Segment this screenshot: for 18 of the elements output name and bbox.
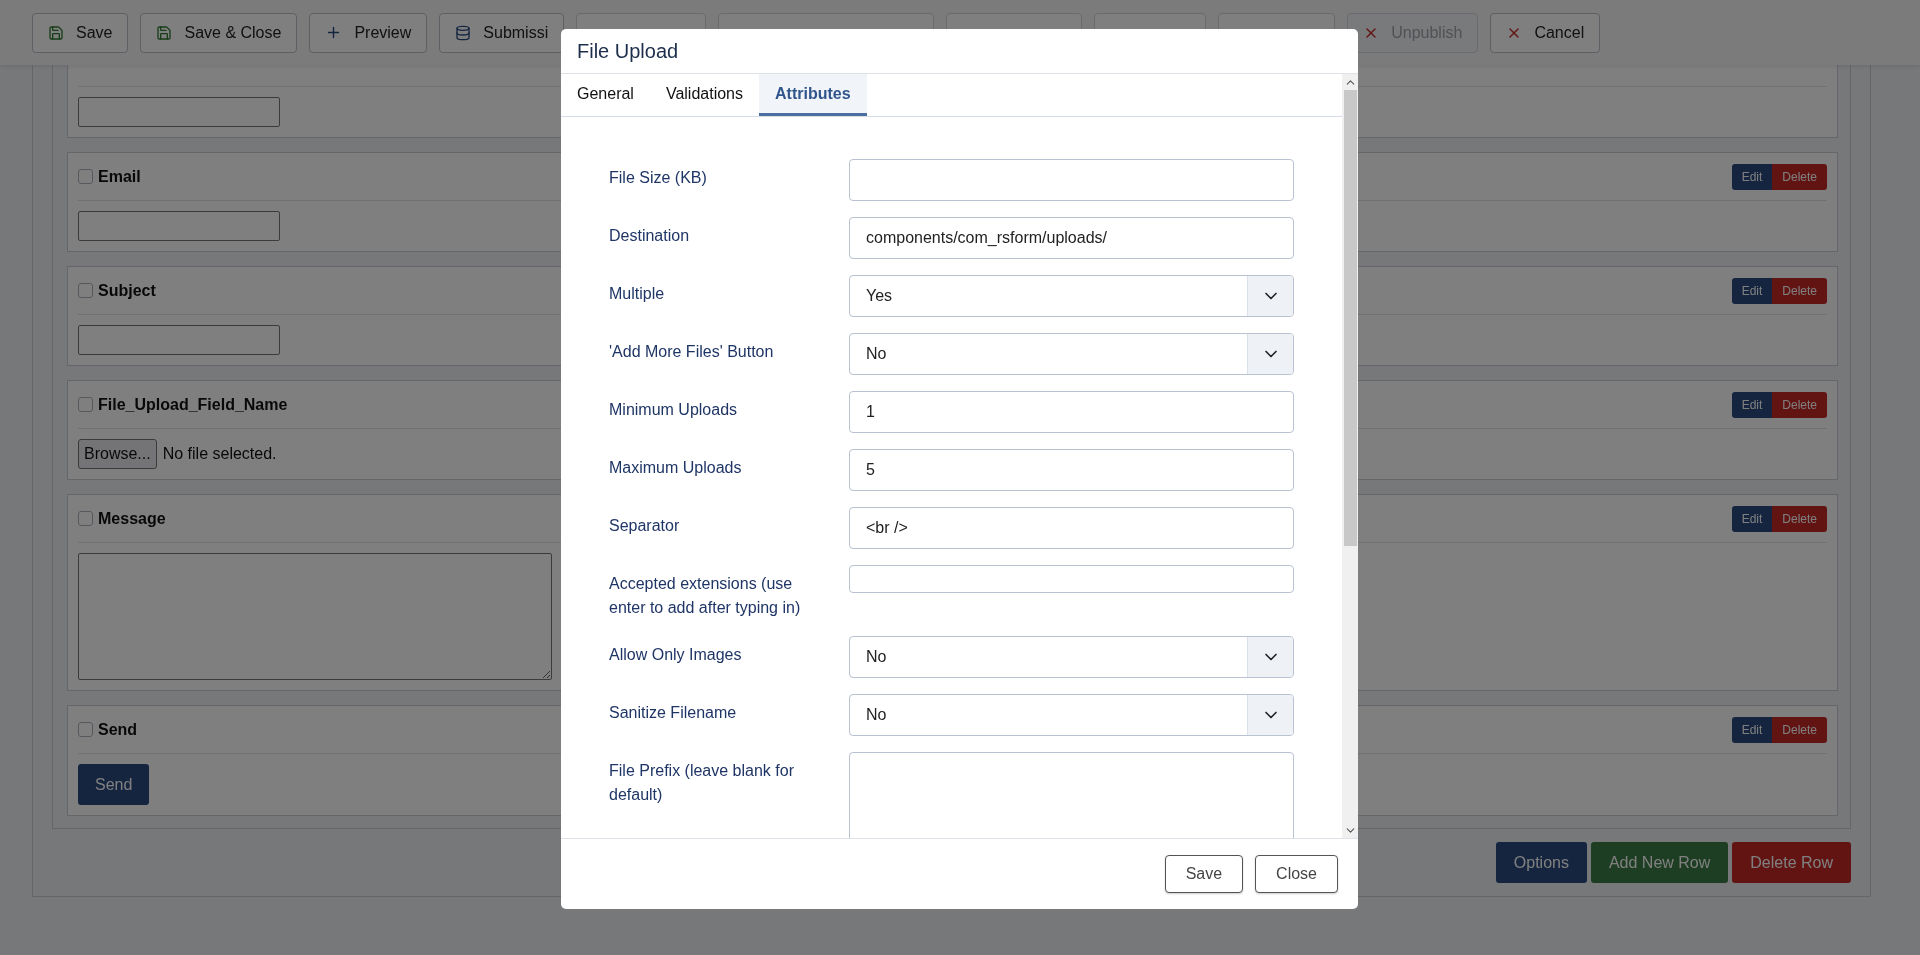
field-label: Destination	[609, 226, 691, 246]
field-label: Sanitize Filename	[609, 703, 738, 723]
field-label: Accepted extensions (use enter to add after typing in)	[609, 574, 802, 618]
field-title: Subject	[98, 281, 156, 299]
field-label: File Prefix (leave blank for default)	[609, 761, 795, 805]
field-title: Message	[98, 509, 166, 527]
field-label: File Size (KB)	[609, 168, 708, 188]
dialog-title: File Upload	[577, 39, 679, 63]
field-title: Email	[98, 167, 141, 185]
field-title: Send	[98, 720, 138, 738]
field-label: Separator	[609, 516, 681, 536]
field-label: 'Add More Files' Button	[609, 342, 775, 362]
field-label: Multiple	[609, 284, 666, 304]
field-title: File_Upload_Field_Name	[98, 395, 288, 413]
field-label: Allow Only Images	[609, 645, 743, 665]
field-label: Minimum Uploads	[609, 400, 739, 420]
field-label: Maximum Uploads	[609, 458, 743, 478]
file-status: No file selected.	[162, 445, 277, 463]
